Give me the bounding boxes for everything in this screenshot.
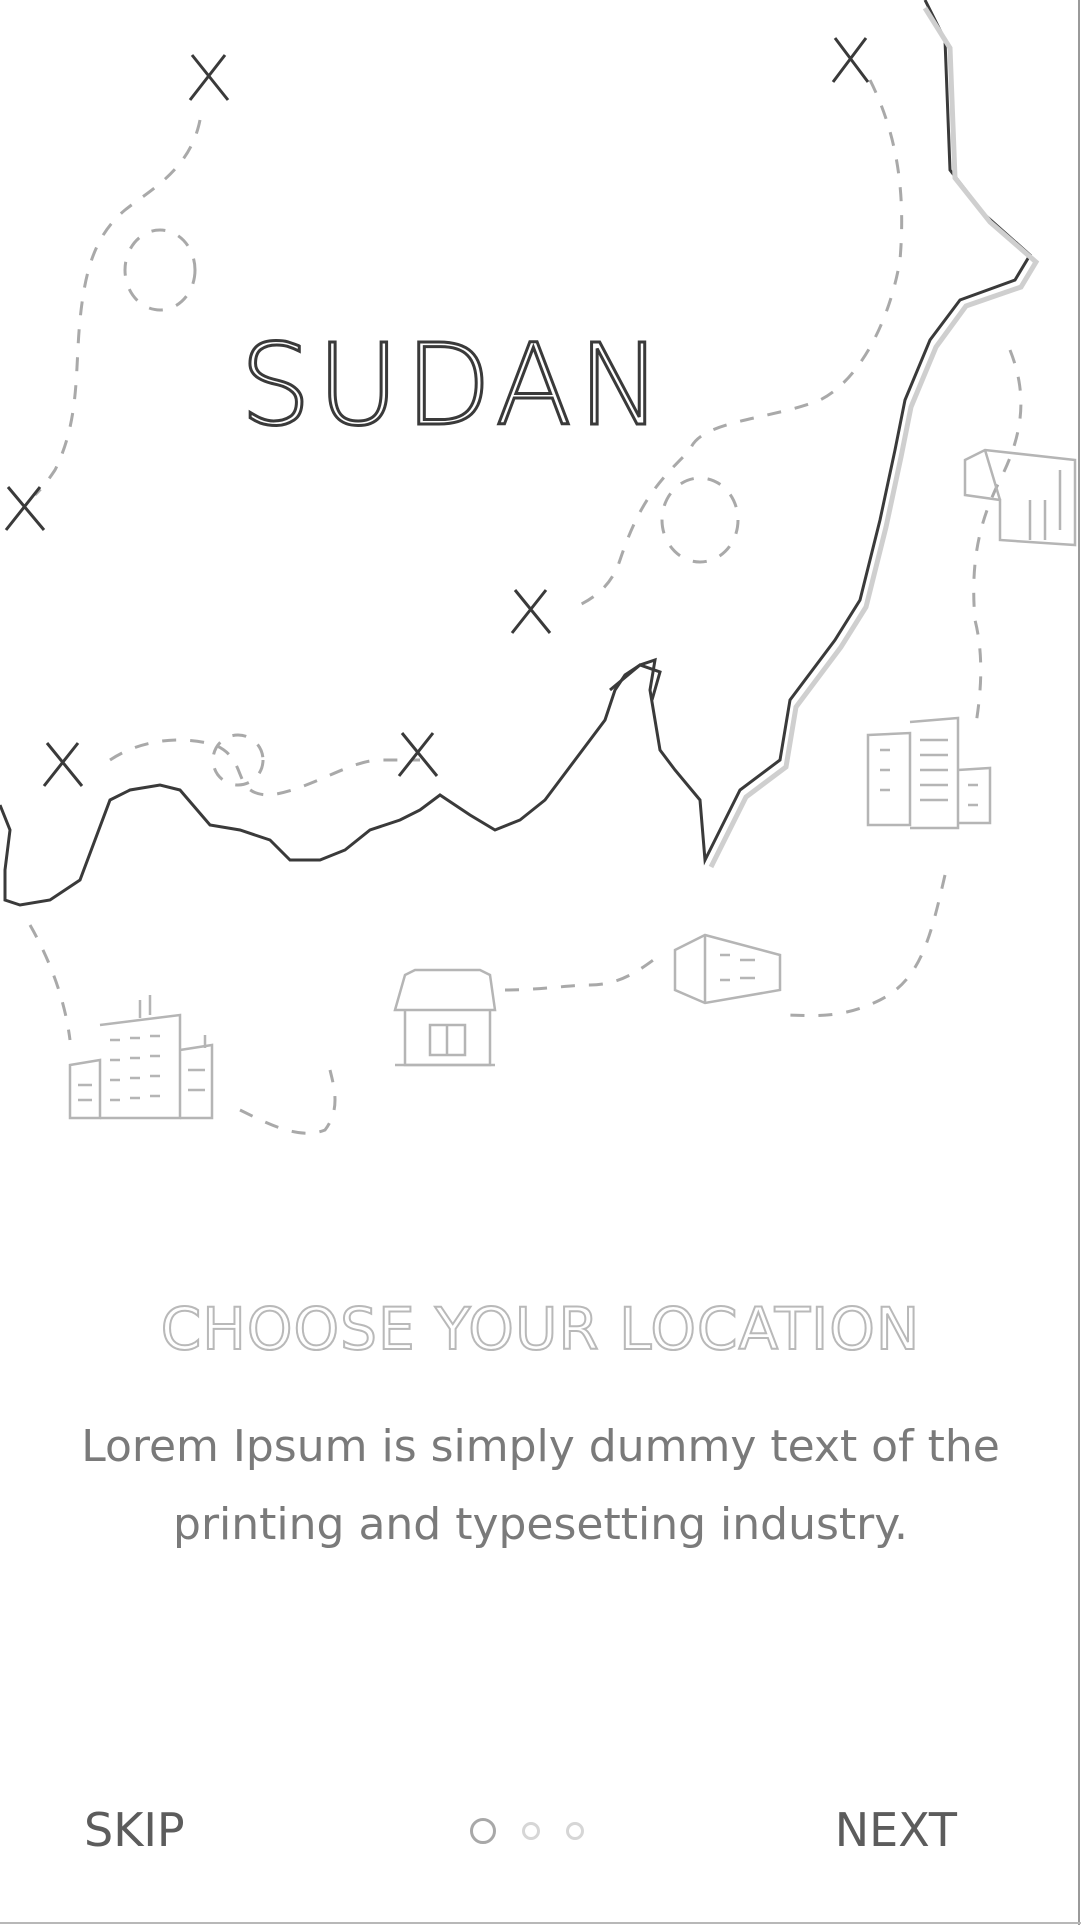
next-button[interactable]: NEXT bbox=[835, 1790, 957, 1870]
warehouse-icon bbox=[673, 933, 782, 1005]
map-country-label: SUDAN bbox=[239, 321, 668, 451]
page-dot[interactable] bbox=[522, 1822, 540, 1840]
x-marker-icon bbox=[42, 742, 84, 787]
skip-button[interactable]: SKIP bbox=[84, 1790, 185, 1870]
x-marker-icon bbox=[510, 589, 552, 634]
frame-edge-bottom bbox=[0, 1922, 1081, 1924]
building-sketches bbox=[68, 448, 1077, 1120]
shop-icon bbox=[393, 968, 497, 1067]
onboarding-title: CHOOSE YOUR LOCATION bbox=[160, 1295, 921, 1363]
x-marker-icon bbox=[397, 732, 439, 777]
city-block-icon bbox=[68, 995, 214, 1120]
onboarding-footer: SKIP NEXT bbox=[0, 1790, 1081, 1870]
onboarding-screen: SUDAN CHOOSE YOUR LOCATION Lorem Ipsum i… bbox=[0, 0, 1081, 1925]
page-dot-active[interactable] bbox=[470, 1818, 496, 1844]
map-illustration: SUDAN bbox=[0, 0, 1081, 1160]
x-marker-icon bbox=[831, 37, 870, 83]
page-indicator bbox=[470, 1816, 584, 1846]
onboarding-description: Lorem Ipsum is simply dummy text of the … bbox=[81, 1421, 1000, 1550]
page-dot[interactable] bbox=[566, 1822, 584, 1840]
office-tower-icon bbox=[866, 716, 992, 830]
x-marker-icon bbox=[188, 54, 230, 101]
house-icon bbox=[963, 448, 1077, 547]
frame-edge-right bbox=[1078, 0, 1080, 1925]
route-lines bbox=[28, 79, 1023, 1135]
